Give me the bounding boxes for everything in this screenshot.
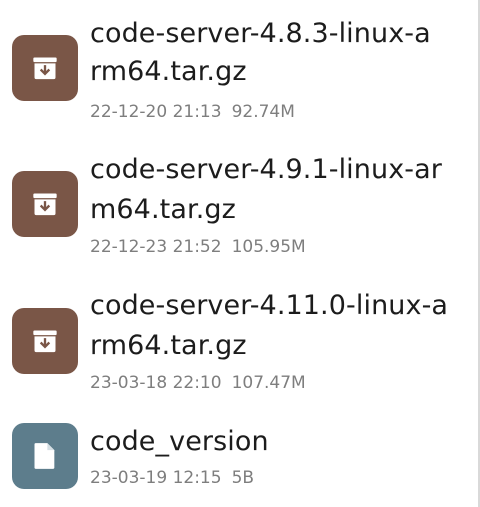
file-date: 22-12-23 21:52 <box>90 237 222 257</box>
file-size: 5B <box>231 468 255 488</box>
file-name-line-2: rm64.tar.gz <box>90 56 247 87</box>
file-name-line-1: code-server-4.11.0-linux-a <box>90 290 449 321</box>
file-list-item[interactable]: code-server-4.8.3-linux-a rm64.tar.gz 22… <box>0 0 474 130</box>
archive-icon <box>12 35 78 101</box>
file-date: 23-03-18 22:10 <box>90 373 222 393</box>
file-size: 107.47M <box>231 373 306 393</box>
file-name-line-2: m64.tar.gz <box>90 194 236 225</box>
archive-icon <box>12 171 78 237</box>
file-name-line-2: rm64.tar.gz <box>90 330 247 361</box>
file-size: 105.95M <box>231 237 306 257</box>
file-date: 22-12-20 21:13 <box>90 102 222 122</box>
file-meta: 23-03-18 22:10 107.47M <box>90 372 306 394</box>
file-meta: 22-12-23 21:52 105.95M <box>90 236 306 258</box>
file-list-item[interactable]: code-server-4.11.0-linux-a rm64.tar.gz 2… <box>0 266 474 402</box>
document-icon <box>12 423 78 489</box>
file-meta: 23-03-19 12:15 5B <box>90 467 254 489</box>
file-list-item[interactable]: code-server-4.9.1-linux-ar m64.tar.gz 22… <box>0 130 474 266</box>
file-name-line-1: code-server-4.9.1-linux-ar <box>90 154 442 185</box>
file-date: 23-03-19 12:15 <box>90 468 222 488</box>
file-meta: 22-12-20 21:13 92.74M <box>90 101 295 123</box>
file-name: code_version <box>90 426 269 457</box>
file-list-item[interactable]: code_version 23-03-19 12:15 5B <box>0 402 474 507</box>
file-size: 92.74M <box>231 102 295 122</box>
archive-icon <box>12 308 78 374</box>
